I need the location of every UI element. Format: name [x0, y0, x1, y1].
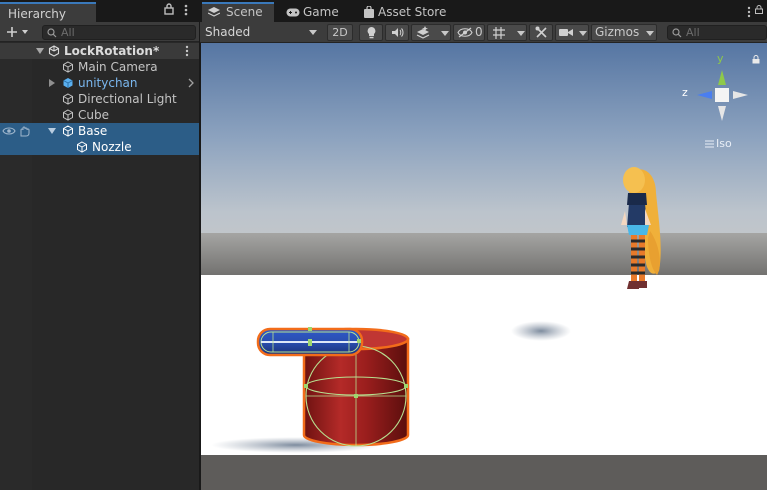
plus-icon [7, 27, 28, 37]
shopping-bag-icon [364, 6, 374, 18]
2d-label: 2D [332, 26, 348, 39]
scene-icon [208, 7, 220, 17]
gamepad-icon [286, 8, 300, 17]
tab-hierarchy-label: Hierarchy [8, 7, 67, 21]
grid-dropdown[interactable] [487, 24, 527, 41]
more-options-icon[interactable] [747, 6, 751, 18]
gameobject-icon [63, 61, 73, 73]
hierarchy-item-unitychan[interactable]: unitychan [0, 75, 199, 91]
scene-toolbar: Shaded 2D 0 Gizmos All [200, 22, 767, 43]
2d-toggle-button[interactable]: 2D [327, 24, 353, 41]
hidden-count: 0 [475, 25, 483, 39]
scene-render [201, 43, 767, 490]
hierarchy-panel: Hierarchy All LockRotation* Main Camera [0, 0, 199, 490]
scene-root-row[interactable]: LockRotation* [0, 43, 199, 59]
scene-menu-icon[interactable] [185, 45, 189, 57]
unity-scene-icon [48, 45, 60, 57]
tools-icon [535, 26, 547, 38]
hierarchy-search-input[interactable]: All [42, 25, 196, 40]
create-button[interactable] [6, 24, 32, 40]
light-bulb-icon [367, 27, 376, 39]
tab-scene-label: Scene [226, 5, 263, 19]
hierarchy-item-cube[interactable]: Cube [0, 107, 199, 123]
chevron-down-icon [441, 31, 449, 36]
camera-icon [559, 29, 573, 36]
scene-viewport[interactable]: y z Iso [201, 43, 767, 490]
chevron-right-icon[interactable] [188, 78, 194, 88]
gameobject-icon [63, 109, 73, 121]
tab-game-label: Game [303, 5, 339, 19]
chevron-down-icon [646, 31, 654, 36]
tab-game[interactable]: Game [284, 2, 354, 22]
visibility-eye-icon[interactable] [2, 126, 16, 136]
search-placeholder: All [686, 26, 700, 39]
hierarchy-toolbar: All [0, 22, 199, 42]
search-icon [47, 25, 57, 41]
item-label: Directional Light [78, 92, 177, 106]
item-label: Nozzle [92, 140, 132, 154]
hierarchy-tab-bar: Hierarchy [0, 0, 199, 22]
tools-toggle-button[interactable] [529, 24, 553, 41]
tab-scene[interactable]: Scene [202, 2, 274, 22]
search-placeholder: All [61, 26, 75, 39]
scene-visibility-toggle[interactable]: 0 [453, 24, 485, 41]
gameobject-icon [63, 93, 73, 105]
item-label: Cube [78, 108, 109, 122]
lighting-toggle-button[interactable] [359, 24, 383, 41]
lock-icon[interactable] [755, 5, 763, 14]
speaker-icon [392, 28, 404, 37]
item-label: Base [78, 124, 108, 138]
more-options-icon[interactable] [184, 4, 188, 19]
gizmo-z-label: z [682, 86, 688, 99]
hierarchy-item-main-camera[interactable]: Main Camera [0, 59, 199, 75]
hierarchy-item-nozzle[interactable]: Nozzle [0, 139, 199, 155]
audio-toggle-button[interactable] [385, 24, 409, 41]
item-label: Main Camera [78, 60, 158, 74]
collapsed-arrow-icon[interactable] [49, 79, 55, 87]
chevron-down-icon [579, 31, 587, 36]
projection-label: Iso [716, 137, 732, 150]
effects-dropdown[interactable] [411, 24, 451, 41]
lock-icon[interactable] [164, 3, 174, 18]
scene-tab-bar: Scene Game Asset Store [200, 0, 767, 22]
nozzle-object[interactable] [256, 327, 364, 357]
panel-divider[interactable] [199, 0, 200, 490]
hidden-eye-icon [457, 27, 473, 38]
scene-name: LockRotation* [64, 44, 160, 58]
pickable-hand-icon[interactable] [18, 125, 30, 137]
expand-arrow-icon[interactable] [48, 128, 56, 134]
gizmos-label: Gizmos [595, 25, 640, 39]
expand-arrow-icon[interactable] [36, 48, 44, 54]
chevron-down-icon [309, 30, 317, 35]
gameobject-icon [63, 125, 73, 137]
hierarchy-item-base[interactable]: Base [0, 123, 199, 139]
gizmo-lock-icon[interactable] [752, 55, 760, 64]
effects-layers-icon [416, 26, 430, 39]
gameobject-icon [77, 141, 87, 153]
shading-mode-value: Shaded [205, 25, 251, 39]
camera-settings-dropdown[interactable] [555, 24, 589, 41]
scene-search-input[interactable]: All [667, 25, 767, 40]
grid-icon [493, 27, 505, 39]
chevron-down-icon [517, 31, 525, 36]
menu-lines-icon [705, 140, 714, 148]
gizmos-dropdown[interactable]: Gizmos [591, 24, 657, 41]
tab-hierarchy[interactable]: Hierarchy [0, 2, 96, 22]
tab-asset-store-label: Asset Store [378, 5, 447, 19]
tab-asset-store[interactable]: Asset Store [362, 2, 452, 22]
search-icon [672, 25, 682, 41]
hierarchy-item-directional-light[interactable]: Directional Light [0, 91, 199, 107]
prefab-icon [63, 78, 73, 88]
projection-toggle[interactable]: Iso [705, 137, 741, 151]
shading-mode-dropdown[interactable]: Shaded [201, 24, 321, 41]
item-label: unitychan [78, 76, 138, 90]
gizmo-y-label: y [717, 52, 724, 65]
